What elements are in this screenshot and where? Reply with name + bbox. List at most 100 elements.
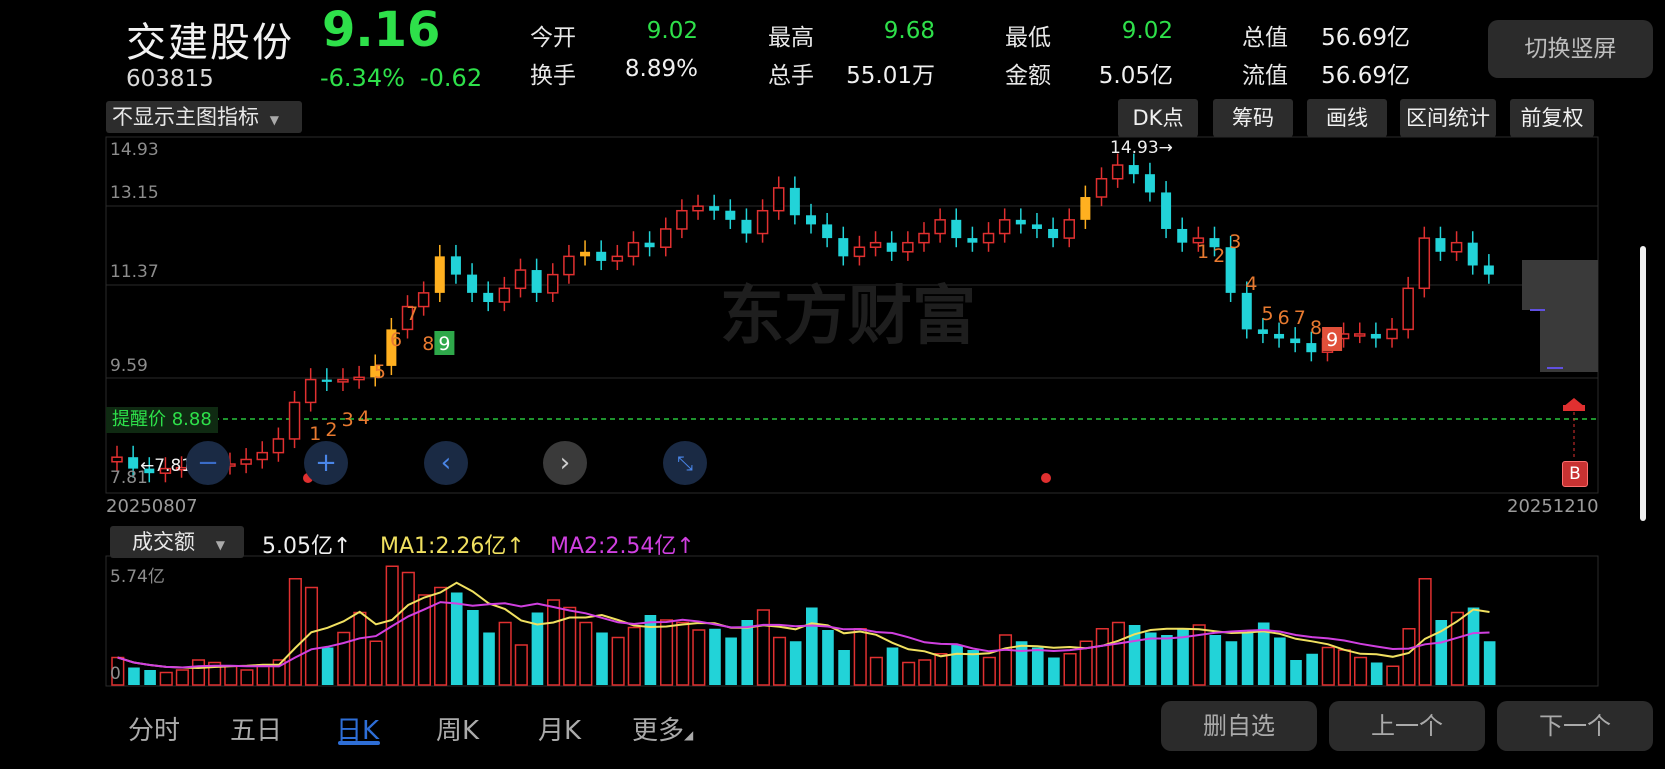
volume-bar [128,667,140,685]
candle [547,273,559,294]
nine-turn-label: 2 [1213,245,1225,267]
candle [1418,237,1431,290]
volume-bar [902,661,916,686]
volume-bar [853,628,867,686]
volume-bar [789,641,802,685]
remove-watchlist-button[interactable]: 删自选 [1161,701,1317,751]
volume-bar [256,664,270,686]
candle [256,451,269,461]
candle [1080,197,1091,220]
volume-value: 5.05亿↑ [262,534,352,559]
collapse-button[interactable]: ⤡ [663,441,707,485]
nine-turn-down-markers: 1 2345 6 7 89 [1197,231,1343,351]
nine-turn-up-markers: 1 2 3 45678 9 [309,303,455,445]
volume-bar [240,669,254,686]
volume-bar [1225,641,1238,685]
volume-bar [676,621,690,686]
prediction-zone [1522,260,1598,460]
candle [563,255,575,276]
candle [806,215,817,225]
volume-bar [611,636,625,686]
volume-bar [741,620,754,685]
tab-weekly-k[interactable]: 周K [436,710,479,747]
tab-more[interactable]: 更多◢ [632,710,693,747]
volume-bar [1418,578,1432,686]
candle [1386,328,1398,340]
volume-bar [822,630,834,685]
candle [709,206,720,211]
alert-price-label[interactable]: 提醒价 8.88 [106,407,218,433]
candle [353,376,365,381]
chart-grid [105,136,1599,687]
volume-bar [869,656,883,686]
zoom-out-left-button[interactable]: − [186,441,230,485]
scroll-left-button[interactable]: ‹ [424,441,468,485]
volume-bar [1144,632,1157,685]
candle [644,242,655,248]
nine-turn-label: 7 [1294,307,1306,329]
volume-ma2: MA2:2.54亿↑ [550,534,695,559]
y-tick-4: 9.59 [110,356,148,376]
volume-bar [369,640,383,686]
volume-bar [998,634,1013,686]
candle [1177,228,1188,243]
candle [1031,224,1042,229]
candle [1450,241,1463,253]
candle [998,219,1011,235]
volume-bar [659,619,674,686]
candle [467,274,478,293]
y-tick-max: 14.93 [110,140,159,160]
volume-bar [467,610,479,685]
tab-monthly-k[interactable]: 月K [538,710,581,747]
event-dot [1041,473,1051,483]
candle [789,187,800,216]
volume-bar [1321,646,1335,686]
date-end: 20251210 [1507,496,1599,517]
candle [1290,338,1301,344]
volume-bar [1290,660,1302,685]
volume-bar [1161,635,1173,685]
volume-bar [1063,653,1077,686]
nine-turn-label: 6 [1278,307,1290,329]
volume-bar [1402,628,1416,686]
plus-icon: + [315,448,337,478]
volume-indicator-label: 成交额 [132,530,195,554]
zoom-in-button[interactable]: + [304,441,348,485]
volume-bar [401,571,415,686]
candle [1111,164,1124,180]
nine-turn-label: 8 [1310,317,1322,339]
kline-chart[interactable]: 东方财富 1 2 3 45678 9 1 2345 6 7 89 [0,0,1665,769]
tab-intraday[interactable]: 分时 [128,710,180,747]
volume-bar [514,644,528,686]
tab-five-day[interactable]: 五日 [230,710,282,747]
volume-y-top: 5.74亿 [110,567,165,587]
vertical-scrollbar[interactable] [1640,246,1646,521]
candle [321,379,332,382]
candle [869,241,882,248]
candle [934,219,946,235]
candle [838,238,849,257]
volume-bar [806,607,818,685]
volume-ma1: MA1:2.26亿↑ [380,534,525,559]
scroll-right-button[interactable]: › [543,441,587,485]
candle [741,219,752,234]
candle [1483,265,1494,275]
next-button[interactable]: 下一个 [1497,701,1653,751]
candle [483,292,494,303]
previous-button[interactable]: 上一个 [1329,701,1485,751]
volume-bar [1209,635,1222,685]
candle [498,287,511,303]
candle [1241,292,1252,330]
nine-turn-label: 3 [1229,231,1241,253]
nine-turn-label: 2 [325,419,337,441]
candle [1144,174,1155,193]
buy-signal-badge[interactable]: B [1562,461,1588,487]
volume-bar [838,650,850,685]
nine-turn-label: 4 [1245,273,1257,295]
volume-bar [1353,656,1368,686]
candle [886,242,897,252]
volume-bar [982,656,996,686]
volume-indicator-select[interactable]: 成交额 ▼ [110,526,244,558]
volume-bar [450,592,463,685]
volume-bar [951,645,963,685]
